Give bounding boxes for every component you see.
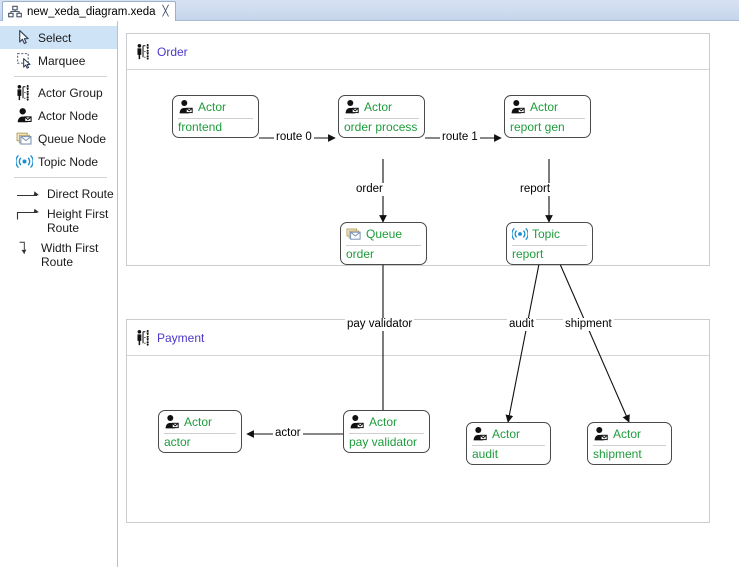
diagram-canvas[interactable]: Order Payment route 0 route 1 order repo… xyxy=(119,22,739,567)
palette-item-width-first-route[interactable]: Width First Route xyxy=(0,239,117,273)
node-audit-header: Actor xyxy=(467,423,550,445)
edge-label-audit[interactable]: audit xyxy=(507,318,536,331)
palette-item-label: Direct Route xyxy=(47,186,114,201)
palette-item-label: Marquee xyxy=(38,53,86,68)
palette-divider xyxy=(14,177,107,178)
palette-item-label: Queue Node xyxy=(38,131,107,146)
node-queue-order-type: Queue xyxy=(366,227,403,241)
diagram-icon xyxy=(8,5,22,17)
node-shipment[interactable]: Actor shipment xyxy=(587,422,672,465)
topic-node-icon xyxy=(512,227,528,241)
actor-node-icon xyxy=(511,100,525,114)
queue-node-icon xyxy=(346,228,361,240)
group-order-header: Order xyxy=(127,34,709,70)
topic-node-icon xyxy=(16,154,33,169)
actor-node-icon xyxy=(345,100,359,114)
edge-label-pay-validator[interactable]: pay validator xyxy=(345,318,415,331)
palette-panel: Select Marquee Actor Group Actor Node Qu… xyxy=(0,21,118,567)
node-topic-report-type: Topic xyxy=(532,227,561,241)
node-audit-type: Actor xyxy=(492,427,521,441)
node-topic-report-header: Topic xyxy=(507,223,592,245)
actor-node-icon xyxy=(165,415,179,429)
node-audit-name: audit xyxy=(472,447,499,461)
node-frontend[interactable]: Actor frontend xyxy=(172,95,259,138)
palette-item-marquee[interactable]: Marquee xyxy=(0,49,117,72)
node-frontend-header: Actor xyxy=(173,96,258,118)
node-pay-validator[interactable]: Actor pay validator xyxy=(343,410,430,453)
actor-node-icon xyxy=(17,108,32,123)
edge-label-shipment[interactable]: shipment xyxy=(563,318,614,331)
node-order-process-name: order process xyxy=(344,120,418,134)
close-icon[interactable]: ╳ xyxy=(163,6,169,17)
node-report-gen-type: Actor xyxy=(530,100,559,114)
palette-item-queue-node[interactable]: Queue Node xyxy=(0,127,117,150)
editor-tab-new-xeda-diagram[interactable]: new_xeda_diagram.xeda ╳ xyxy=(2,1,176,21)
edge-label-route1[interactable]: route 1 xyxy=(440,131,480,144)
palette-item-label: Actor Node xyxy=(38,108,99,123)
queue-node-icon xyxy=(16,132,32,145)
actor-node-icon xyxy=(594,427,608,441)
node-frontend-name: frontend xyxy=(178,120,223,134)
height-first-route-icon xyxy=(16,208,39,220)
node-actor[interactable]: Actor actor xyxy=(158,410,242,453)
node-report-gen-header: Actor xyxy=(505,96,590,118)
palette-divider xyxy=(14,76,107,77)
actor-node-icon xyxy=(473,427,487,441)
palette-item-actor-node[interactable]: Actor Node xyxy=(0,104,117,127)
node-shipment-name: shipment xyxy=(593,447,642,461)
group-payment-header: Payment xyxy=(127,320,709,356)
palette-item-label: Width First Route xyxy=(41,241,99,269)
node-pay-validator-type: Actor xyxy=(369,415,398,429)
node-shipment-header: Actor xyxy=(588,423,671,445)
palette-item-label: Height First Route xyxy=(47,207,109,235)
node-order-process[interactable]: Actor order process xyxy=(338,95,425,138)
direct-route-icon xyxy=(17,191,39,197)
actor-group-icon xyxy=(137,329,149,346)
node-actor-type: Actor xyxy=(184,415,213,429)
palette-item-direct-route[interactable]: Direct Route xyxy=(0,182,117,205)
palette-item-label: Actor Group xyxy=(38,85,103,100)
palette-item-topic-node[interactable]: Topic Node xyxy=(0,150,117,173)
palette-item-actor-group[interactable]: Actor Group xyxy=(0,81,117,104)
node-order-process-type: Actor xyxy=(364,100,393,114)
node-actor-header: Actor xyxy=(159,411,241,433)
node-queue-order[interactable]: Queue order xyxy=(340,222,427,265)
width-first-route-icon xyxy=(19,241,27,254)
node-order-process-header: Actor xyxy=(339,96,424,118)
node-audit[interactable]: Actor audit xyxy=(466,422,551,465)
node-pay-validator-header: Actor xyxy=(344,411,429,433)
node-topic-report[interactable]: Topic report xyxy=(506,222,593,265)
edge-label-report[interactable]: report xyxy=(518,183,553,196)
node-queue-order-header: Queue xyxy=(341,223,426,245)
node-actor-name: actor xyxy=(164,435,191,449)
node-topic-report-name: report xyxy=(512,247,544,261)
edge-label-actor[interactable]: actor xyxy=(273,427,303,440)
editor-tab-bar: new_xeda_diagram.xeda ╳ xyxy=(0,0,739,21)
palette-item-height-first-route[interactable]: Height First Route xyxy=(0,205,117,239)
node-report-gen-name: report gen xyxy=(510,120,565,134)
node-shipment-type: Actor xyxy=(613,427,642,441)
marquee-select-icon xyxy=(17,53,31,69)
edge-label-route0[interactable]: route 0 xyxy=(274,131,314,144)
group-payment-title: Payment xyxy=(157,330,205,345)
editor-tab-label: new_xeda_diagram.xeda xyxy=(27,5,156,18)
node-frontend-type: Actor xyxy=(198,100,227,114)
actor-node-icon xyxy=(350,415,364,429)
palette-item-select[interactable]: Select xyxy=(0,26,117,49)
cursor-arrow-icon xyxy=(19,30,29,45)
actor-group-icon xyxy=(17,84,29,101)
node-pay-validator-name: pay validator xyxy=(349,435,418,449)
palette-item-label: Select xyxy=(38,30,72,45)
palette-item-label: Topic Node xyxy=(38,154,99,169)
actor-node-icon xyxy=(179,100,193,114)
actor-group-icon xyxy=(137,43,149,60)
edge-label-order[interactable]: order xyxy=(354,183,385,196)
group-order-title: Order xyxy=(157,44,188,59)
node-queue-order-name: order xyxy=(346,247,375,261)
node-report-gen[interactable]: Actor report gen xyxy=(504,95,591,138)
